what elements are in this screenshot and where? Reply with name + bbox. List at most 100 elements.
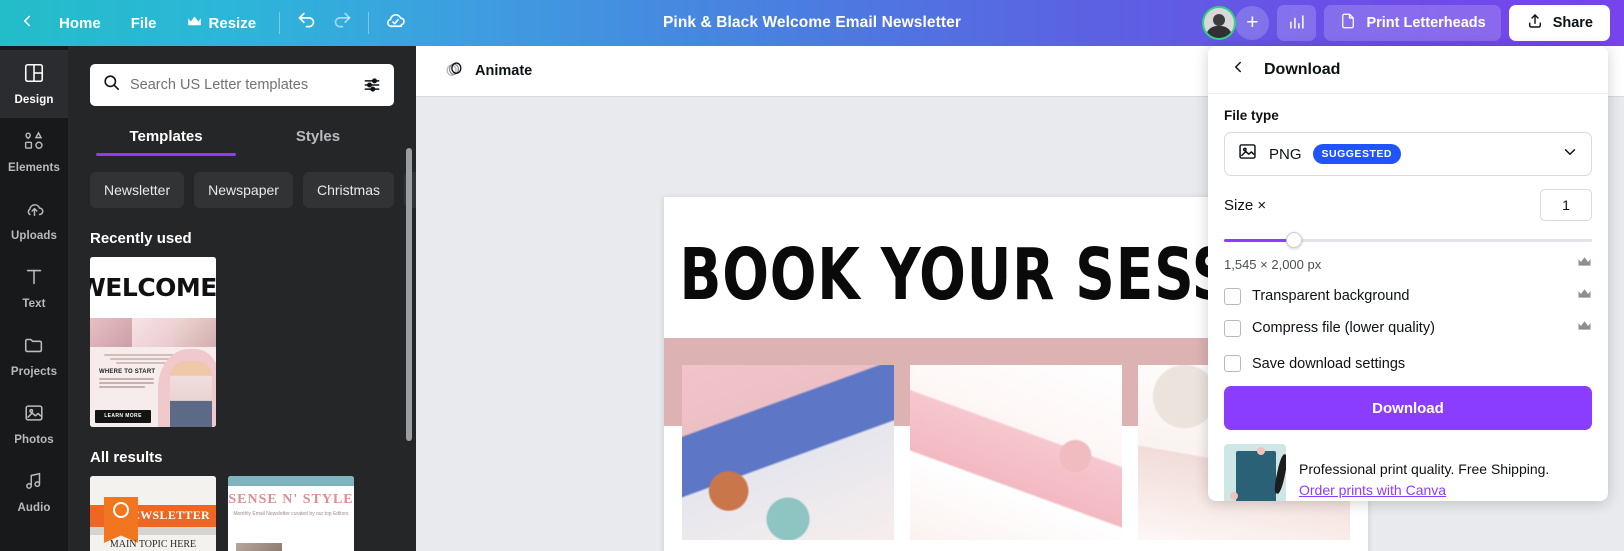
search-area [68, 46, 416, 106]
cloud-check-icon [384, 9, 407, 37]
avatar-head [1213, 14, 1226, 26]
sidebar-item-projects[interactable]: Projects [0, 322, 68, 390]
panel-tabs: Templates Styles [68, 122, 416, 156]
document-icon [1339, 12, 1357, 34]
result-thumbnail-1[interactable]: NEWSLETTER MAIN TOPIC HERE [90, 476, 216, 551]
filter-sliders-icon[interactable] [362, 75, 382, 95]
share-label: Share [1552, 15, 1593, 31]
sidebar-item-design[interactable]: Design [0, 50, 68, 118]
chip-label: Christmas [316, 182, 380, 198]
toolbar-divider-2 [368, 12, 370, 34]
print-letterheads-button[interactable]: Print Letterheads [1324, 5, 1501, 41]
transparent-background-row[interactable]: Transparent background [1224, 287, 1592, 305]
size-row: Size × [1224, 189, 1592, 221]
download-back-button[interactable] [1224, 56, 1252, 84]
cloud-saved-status[interactable] [377, 6, 413, 40]
size-input[interactable] [1540, 189, 1592, 221]
print-promo: Professional print quality. Free Shippin… [1208, 440, 1608, 501]
result-artwork: NEWSLETTER MAIN TOPIC HERE [90, 476, 216, 551]
sidebar-item-audio[interactable]: Audio [0, 458, 68, 526]
result-subtitle: MAIN TOPIC HERE [109, 538, 197, 550]
save-download-settings-row[interactable]: Save download settings [1224, 355, 1592, 372]
avatar[interactable] [1202, 6, 1237, 40]
strip-photo-2 [132, 318, 174, 348]
home-label: Home [59, 14, 101, 32]
strip-photo-3 [174, 318, 216, 348]
size-label: Size × [1224, 196, 1267, 214]
add-collaborator-button[interactable]: + [1235, 6, 1270, 40]
strip-photo-1 [90, 318, 132, 348]
body-text-line [99, 386, 145, 388]
save-download-settings-label: Save download settings [1252, 355, 1406, 372]
animate-button[interactable]: Animate [434, 54, 542, 88]
animate-circles-icon [444, 59, 466, 83]
file-type-select[interactable]: PNG SUGGESTED [1224, 132, 1592, 176]
chip-label: Newspaper [208, 182, 279, 198]
sidebar-item-label: Projects [10, 366, 58, 378]
save-download-settings-checkbox[interactable] [1224, 355, 1241, 372]
result-thumbnail-2[interactable]: SENSE N' STYLE Monthly Email Newsletter … [228, 476, 354, 551]
transparent-background-checkbox[interactable] [1224, 287, 1241, 305]
search-box[interactable] [90, 64, 394, 106]
page-photo-2[interactable] [910, 365, 1122, 540]
compress-file-checkbox[interactable] [1224, 319, 1241, 337]
all-results-list: NEWSLETTER MAIN TOPIC HERE SENSE N' STYL… [68, 476, 416, 551]
tab-styles[interactable]: Styles [242, 122, 394, 156]
page-photo-1[interactable] [682, 365, 894, 540]
download-button[interactable]: Download [1224, 386, 1592, 430]
toolbar-divider-1 [279, 12, 281, 34]
promo-text-block: Professional print quality. Free Shippin… [1299, 459, 1549, 501]
insights-button[interactable] [1277, 5, 1317, 41]
dimensions-text: 1,545 × 2,000 px [1224, 256, 1322, 272]
result-top-band [228, 476, 354, 487]
panel-scrollbar[interactable] [406, 148, 412, 441]
file-type-value: PNG [1269, 145, 1302, 163]
template-person-photo [170, 360, 212, 427]
size-slider[interactable] [1224, 232, 1592, 248]
templates-panel: Templates Styles Newsletter Newspaper Ch… [68, 46, 416, 551]
chip-newsletter[interactable]: Newsletter [90, 172, 185, 208]
sidebar-item-label: Design [14, 94, 54, 106]
sidebar-item-photos[interactable]: Photos [0, 390, 68, 458]
chip-newspaper[interactable]: Newspaper [194, 172, 293, 208]
result-photo [236, 543, 282, 551]
bar-chart-icon [1287, 12, 1306, 35]
folder-icon [23, 334, 45, 361]
result-title: SENSE N' STYLE [228, 492, 354, 508]
sidebar-item-label: Elements [8, 162, 60, 174]
canva-editor-window: Home File Resize Pink & Black Welcome Em… [0, 0, 1624, 551]
sidebar-item-uploads[interactable]: Uploads [0, 186, 68, 254]
plus-icon: + [1246, 11, 1259, 34]
result-badge [104, 496, 138, 543]
tab-templates[interactable]: Templates [90, 122, 242, 156]
promo-dot-1 [1257, 447, 1265, 455]
crown-icon [1577, 319, 1592, 337]
download-actions: Download [1208, 372, 1608, 440]
recent-template-thumbnail[interactable]: WELCOME! WHERE TO START [90, 257, 216, 427]
suggested-badge: SUGGESTED [1312, 144, 1401, 164]
sidebar-item-elements[interactable]: Elements [0, 118, 68, 186]
resize-button[interactable]: Resize [174, 6, 270, 40]
tab-label: Templates [129, 128, 203, 145]
chip-label: Newsletter [104, 182, 171, 198]
resize-label: Resize [208, 14, 257, 32]
badge-circle-icon [113, 501, 129, 518]
chip-christmas[interactable]: Christmas [302, 172, 394, 208]
chevron-left-icon [18, 12, 36, 35]
chevron-down-icon [1561, 143, 1579, 166]
slider-knob[interactable] [1285, 232, 1302, 248]
shapes-icon [23, 130, 46, 157]
home-button[interactable]: Home [46, 6, 114, 40]
redo-button[interactable] [324, 6, 360, 40]
compress-file-row[interactable]: Compress file (lower quality) [1224, 319, 1592, 337]
file-menu-button[interactable]: File [118, 6, 170, 40]
page-headline[interactable]: BOOK YOUR SESSION [664, 197, 1347, 316]
search-input[interactable] [121, 77, 362, 93]
template-body: WHERE TO START LEARN MORE [90, 347, 216, 427]
undo-button[interactable] [288, 6, 324, 40]
share-button[interactable]: Share [1508, 5, 1610, 41]
back-button[interactable] [10, 6, 44, 40]
tab-label: Styles [295, 128, 341, 145]
sidebar-item-text[interactable]: Text [0, 254, 68, 322]
order-prints-link[interactable]: Order prints with Canva [1299, 480, 1446, 501]
